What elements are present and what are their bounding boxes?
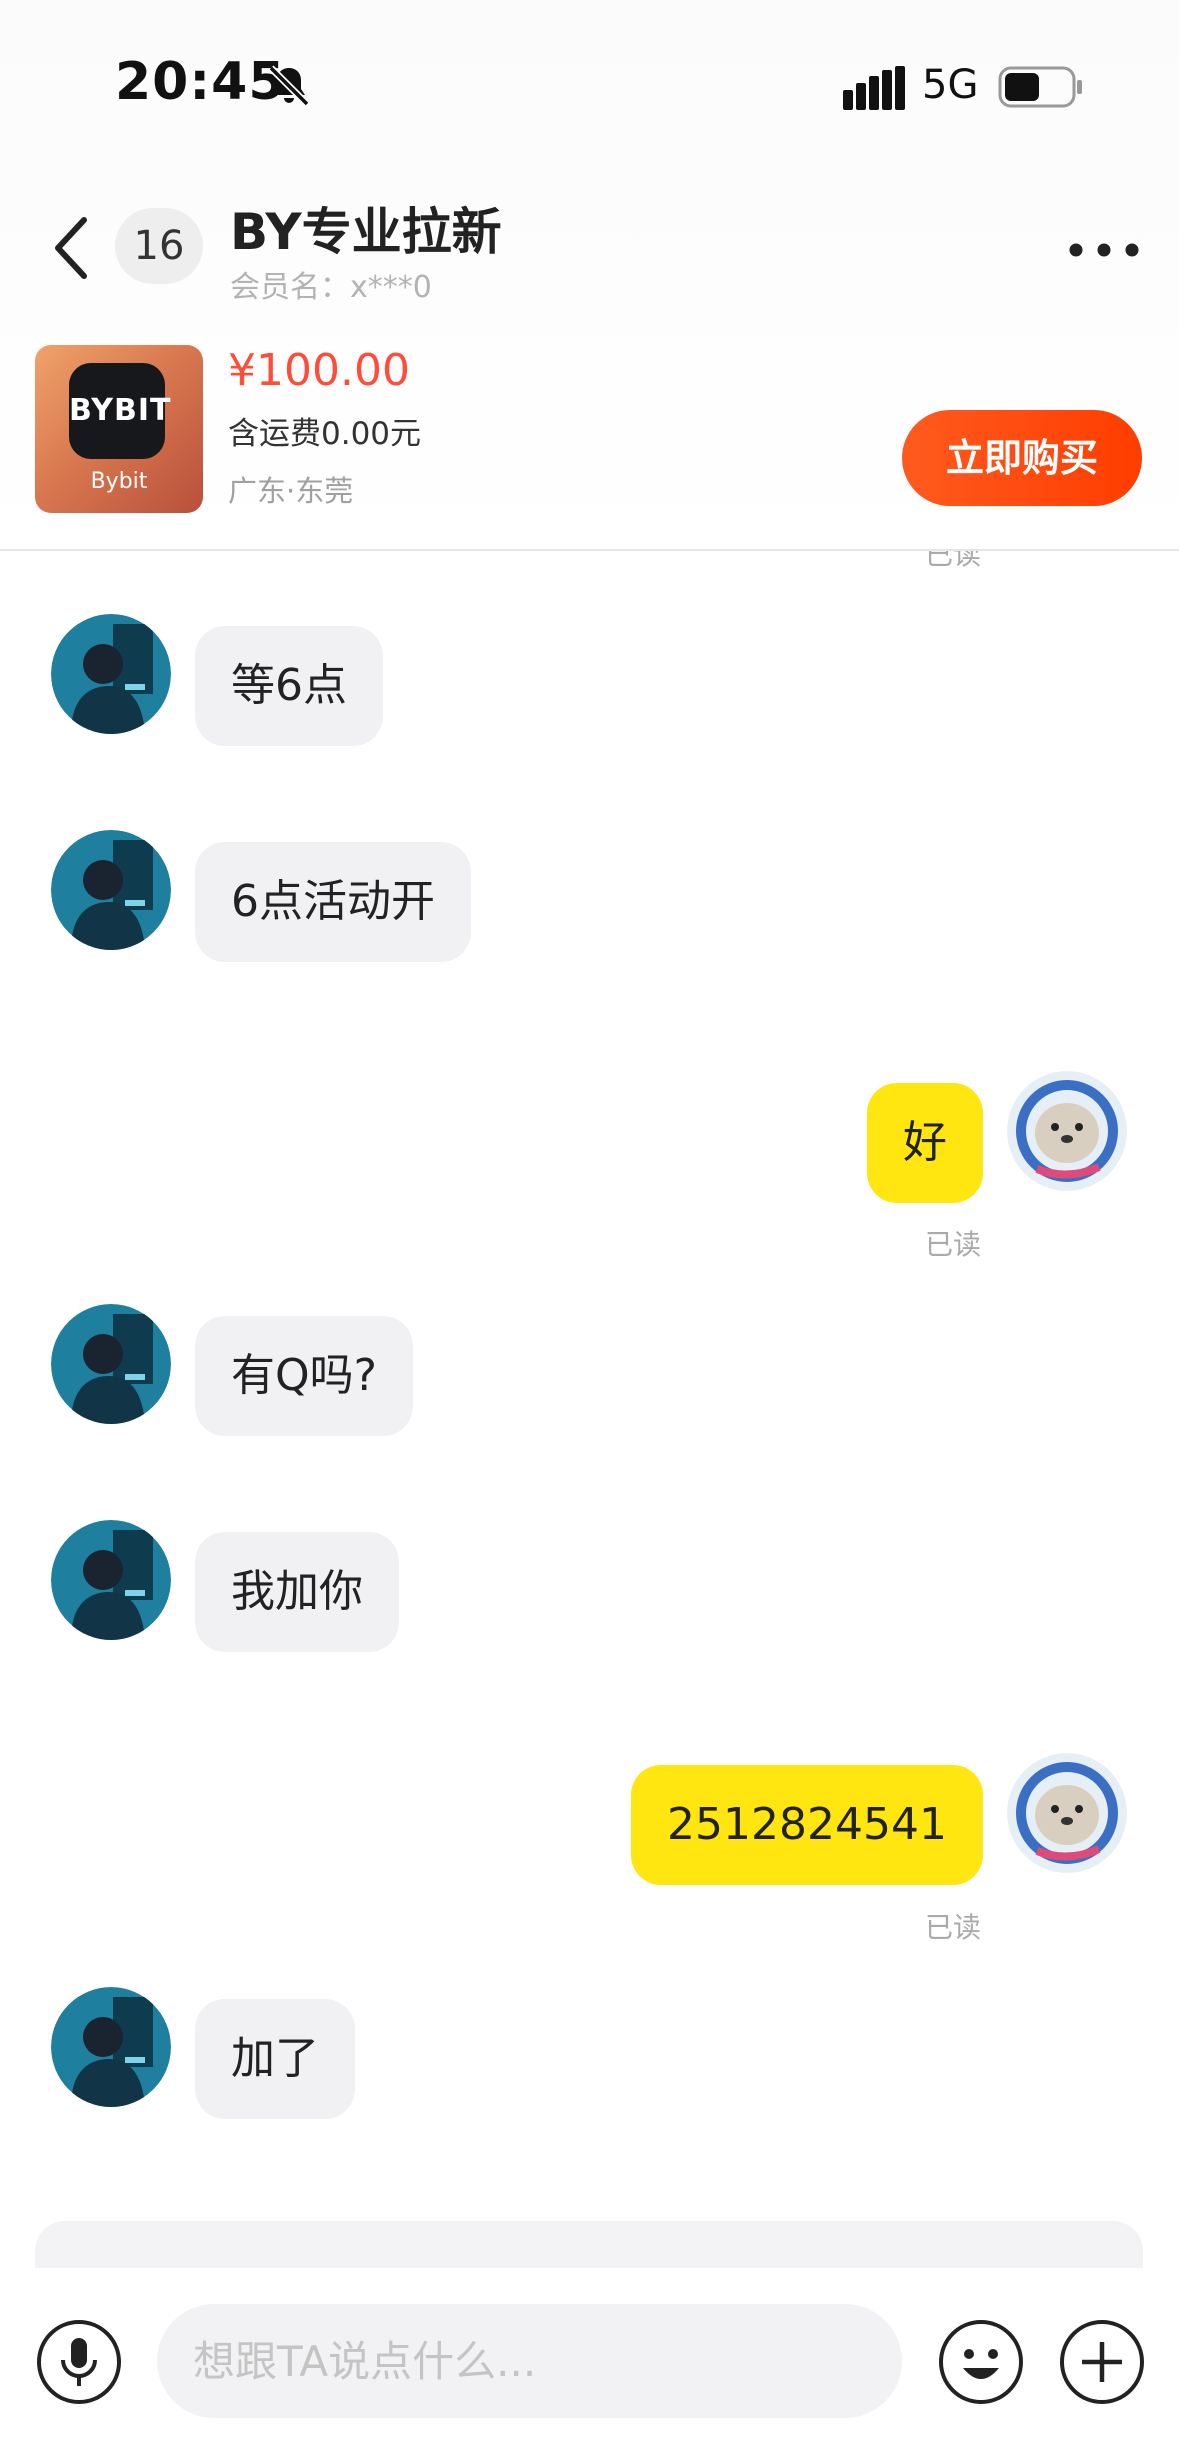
microphone-icon[interactable] [35, 2318, 123, 2406]
more-dots-icon[interactable] [1062, 210, 1146, 290]
plus-icon[interactable] [1058, 2318, 1146, 2406]
message-row: 6点活动开 [0, 830, 1179, 962]
incoming-bubble[interactable]: 6点活动开 [195, 842, 471, 962]
seller-location: 广东·东莞 [228, 474, 354, 508]
message-row: 好 [0, 1071, 1179, 1203]
contact-avatar[interactable] [51, 1304, 171, 1424]
incoming-bubble[interactable]: 我加你 [195, 1532, 399, 1652]
network-type: 5G [922, 62, 979, 108]
member-name: 会员名：x***0 [230, 270, 432, 305]
my-avatar[interactable] [1007, 1753, 1127, 1873]
incoming-bubble[interactable]: 加了 [195, 1999, 355, 2119]
signal-icon [843, 66, 905, 110]
message-row: 我加你 [0, 1520, 1179, 1652]
read-receipt: 已读 [925, 551, 982, 571]
shipping-fee: 含运费0.00元 [228, 416, 422, 452]
contact-avatar[interactable] [51, 614, 171, 734]
chat-screen: 20:45 5G 16 BY专业拉新 会员名：x***0 BYBIT Bybit… [0, 0, 1179, 2453]
unread-count-badge[interactable]: 16 [115, 208, 203, 284]
bell-muted-icon [268, 65, 310, 107]
outgoing-bubble[interactable]: 2512824541 [631, 1765, 983, 1885]
message-row: 等6点 [0, 614, 1179, 746]
outgoing-bubble[interactable]: 好 [867, 1083, 983, 1203]
read-receipt: 已读 [925, 1911, 982, 1944]
shop-name[interactable]: BY专业拉新 [230, 192, 502, 264]
message-row: 有Q吗? [0, 1304, 1179, 1436]
message-list[interactable]: 已读 等6点 6点活动开 好 已读 有Q吗? 我加你 2512824541 已读… [0, 551, 1179, 2221]
bybit-app-logo: BYBIT [69, 363, 170, 459]
incoming-bubble[interactable]: 有Q吗? [195, 1316, 413, 1436]
read-receipt: 已读 [925, 1228, 982, 1261]
buy-now-button[interactable]: 立即购买 [902, 410, 1142, 506]
contact-avatar[interactable] [51, 1520, 171, 1640]
incoming-bubble[interactable]: 等6点 [195, 626, 383, 746]
contact-avatar[interactable] [51, 830, 171, 950]
product-price: ¥100.00 [228, 345, 410, 396]
product-thumbnail[interactable]: BYBIT Bybit [35, 345, 203, 513]
clock: 20:45 [115, 52, 286, 112]
emoji-icon[interactable] [937, 2318, 1025, 2406]
message-row: 加了 [0, 1987, 1179, 2119]
thumbnail-caption: Bybit [90, 469, 148, 494]
chat-header: 16 BY专业拉新 会员名：x***0 [0, 170, 1179, 340]
message-row: 2512824541 [0, 1753, 1179, 1885]
back-arrow-icon[interactable] [42, 208, 102, 288]
contact-avatar[interactable] [51, 1987, 171, 2107]
battery-icon [998, 66, 1082, 108]
my-avatar[interactable] [1007, 1071, 1127, 1191]
input-bar [0, 2268, 1179, 2453]
status-bar: 20:45 5G [0, 0, 1179, 170]
message-input[interactable] [157, 2304, 902, 2418]
product-card[interactable]: BYBIT Bybit ¥100.00 含运费0.00元 广东·东莞 立即购买 [0, 340, 1179, 548]
